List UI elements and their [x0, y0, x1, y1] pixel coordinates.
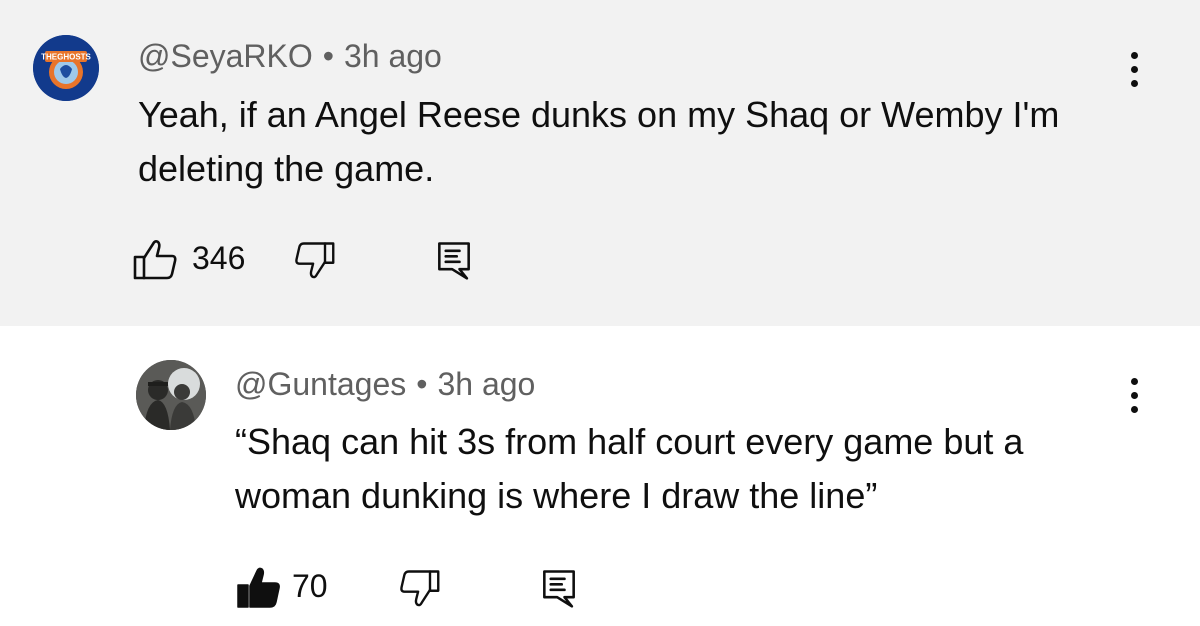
thumbs-up-filled-icon[interactable] [235, 564, 283, 612]
author-handle[interactable]: @SeyaRKO [138, 38, 313, 74]
thumbs-up-icon[interactable] [132, 236, 180, 284]
comment-text: Yeah, if an Angel Reese dunks on my Shaq… [138, 94, 1060, 189]
team-logo-icon: THEGHOSTS [33, 35, 99, 101]
thumbs-down-icon[interactable] [397, 566, 441, 610]
like-count: 70 [292, 568, 328, 604]
thumbs-down-icon[interactable] [292, 238, 336, 282]
svg-text:THEGHOSTS: THEGHOSTS [41, 53, 91, 62]
comment-meta: @Guntages • 3h ago [235, 366, 535, 403]
author-handle[interactable]: @Guntages [235, 366, 406, 402]
comment-meta: @SeyaRKO • 3h ago [138, 38, 442, 75]
avatar[interactable] [136, 360, 206, 430]
more-options-button[interactable] [1124, 378, 1144, 424]
meta-separator: • [322, 38, 334, 74]
avatar[interactable]: THEGHOSTS [33, 35, 99, 101]
reply-icon[interactable] [432, 238, 476, 282]
comment-highlighted: THEGHOSTS @SeyaRKO • 3h ago Yeah, if an An… [0, 0, 1200, 326]
meta-separator: • [416, 366, 428, 402]
comment-text: “Shaq can hit 3s from half court every g… [235, 421, 1024, 516]
more-vertical-icon [1124, 52, 1144, 87]
reply-icon[interactable] [537, 566, 581, 610]
more-options-button[interactable] [1124, 52, 1144, 98]
more-vertical-icon [1124, 378, 1144, 413]
timestamp[interactable]: 3h ago [344, 38, 442, 74]
profile-photo-icon [136, 360, 206, 430]
like-count: 346 [192, 240, 246, 276]
timestamp[interactable]: 3h ago [437, 366, 535, 402]
